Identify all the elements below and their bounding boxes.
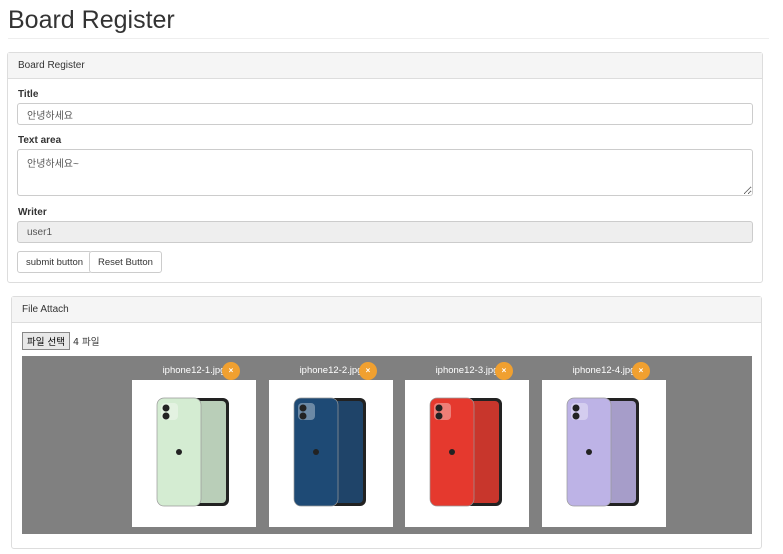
page-title: Board Register — [8, 6, 175, 34]
divider — [8, 38, 769, 39]
remove-file-icon[interactable]: × — [632, 362, 650, 380]
file-name: iphone12-4.jpg — [572, 365, 636, 376]
panel-header: File Attach — [12, 297, 761, 323]
phone-image — [405, 380, 529, 527]
file-preview-item: iphone12-4.jpg × — [542, 361, 666, 527]
upload-preview-area: iphone12-1.jpg × iphone12-2.jpg × iphone12… — [22, 356, 752, 534]
register-panel: Board Register Title Text area 안녕하세요~ Wr… — [7, 52, 763, 283]
submit-button[interactable]: submit button — [17, 251, 93, 273]
writer-label: Writer — [18, 207, 47, 218]
file-preview-item: iphone12-1.jpg × — [132, 361, 256, 527]
file-preview-item: iphone12-2.jpg × — [269, 361, 393, 527]
file-name: iphone12-2.jpg — [299, 365, 363, 376]
phone-image — [132, 380, 256, 527]
reset-button[interactable]: Reset Button — [89, 251, 162, 273]
file-name: iphone12-1.jpg — [162, 365, 226, 376]
panel-header: Board Register — [8, 53, 762, 79]
file-attach-panel: File Attach 파일 선택 4 파일 iphone12-1.jpg × i… — [11, 296, 762, 549]
title-label: Title — [18, 89, 39, 100]
file-count: 4 파일 — [72, 337, 100, 348]
remove-file-icon[interactable]: × — [359, 362, 377, 380]
file-preview-item: iphone12-3.jpg × — [405, 361, 529, 527]
phone-image — [542, 380, 666, 527]
phone-image — [269, 380, 393, 527]
textarea-label: Text area — [18, 135, 62, 146]
writer-input[interactable] — [17, 221, 753, 243]
content-textarea[interactable]: 안녕하세요~ — [17, 149, 753, 196]
remove-file-icon[interactable]: × — [495, 362, 513, 380]
file-name: iphone12-3.jpg — [435, 365, 499, 376]
title-input[interactable] — [17, 103, 753, 125]
remove-file-icon[interactable]: × — [222, 362, 240, 380]
choose-file-button[interactable]: 파일 선택 — [22, 332, 70, 350]
